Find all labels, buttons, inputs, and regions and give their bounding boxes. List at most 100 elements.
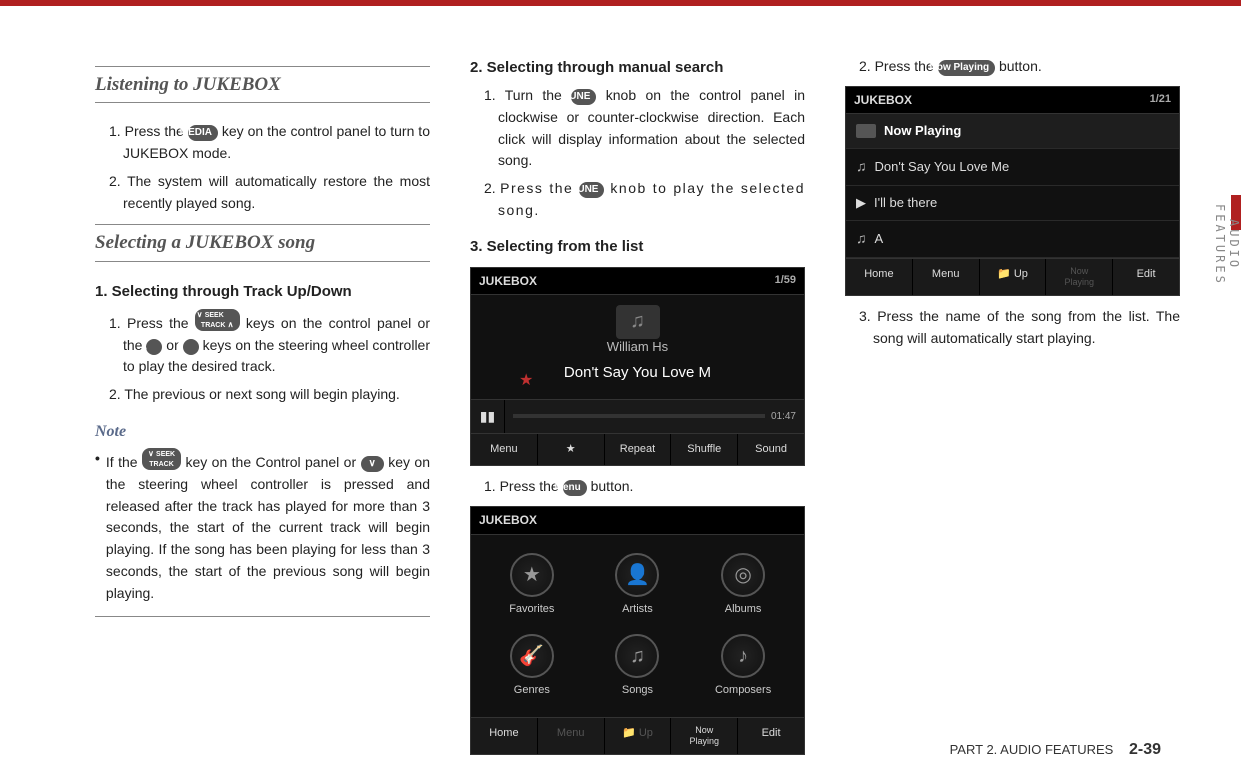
ss-button: Repeat	[605, 434, 672, 465]
text: Up	[1014, 268, 1028, 280]
track-counter: 1/59	[775, 272, 796, 289]
up-key-icon: ∧	[146, 339, 162, 355]
favorites-icon: ★Favorites	[479, 547, 585, 628]
note-label: Note	[95, 420, 430, 445]
ss-title: JUKEBOX	[471, 507, 804, 535]
page-footer: PART 2. AUDIO FEATURES 2-39	[950, 741, 1161, 759]
music-note-icon: ♫	[856, 228, 867, 250]
footer-part-label: PART 2. AUDIO FEATURES	[950, 742, 1114, 757]
text: Up	[639, 727, 653, 739]
note-text: If the ∨ SEEKTRACK key on the Control pa…	[106, 448, 430, 604]
text: key on the Control panel or	[181, 454, 360, 470]
ss-button: Menu	[913, 259, 980, 295]
text: The system will automatically restore th…	[123, 173, 430, 211]
ss-button: Edit	[738, 718, 804, 754]
now-playing-key-icon: Now Playing	[938, 60, 995, 76]
text: Press the	[500, 478, 563, 494]
bullet-icon: •	[95, 448, 100, 604]
side-section-label: AUDIO FEATURES	[1217, 175, 1241, 315]
step: 1. Press the MEDIA key on the control pa…	[109, 121, 430, 164]
icon-label: Songs	[622, 684, 653, 696]
ss-button: Shuffle	[671, 434, 738, 465]
composers-icon: ♪Composers	[690, 628, 796, 709]
menu-key-icon: Menu	[563, 480, 587, 496]
page-content: Listening to JUKEBOX 1. Press the MEDIA …	[0, 6, 1241, 775]
ss-button: Menu	[471, 434, 538, 465]
column-1: Listening to JUKEBOX 1. Press the MEDIA …	[95, 56, 430, 765]
text: Turn the	[505, 87, 571, 103]
genres-icon: 🎸Genres	[479, 628, 585, 709]
text: Press the	[127, 315, 195, 331]
tune-key-icon: TUNE	[571, 89, 596, 105]
jukebox-nowplaying-list-screenshot: JUKEBOX 1/21 Now Playing ♫ Don't Say You L…	[845, 86, 1180, 296]
song-name: A	[875, 229, 884, 249]
media-key-icon: MEDIA	[188, 125, 218, 141]
text: Press the	[500, 180, 579, 196]
step: 2. The system will automatically restore…	[109, 171, 430, 214]
step: 2. Press the TUNE knob to play the selec…	[484, 178, 805, 221]
step: 1. Press the ∨ SEEKTRACK ∧ keys on the c…	[109, 309, 430, 378]
seek-track-down-key-icon: ∨ SEEKTRACK	[142, 448, 181, 470]
play-icon: ▶	[856, 193, 866, 213]
icon-label: Genres	[514, 684, 550, 696]
note-block: • If the ∨ SEEKTRACK key on the Control …	[95, 448, 430, 617]
artist-name: William Hs	[481, 337, 794, 357]
song-name: Don't Say You Love Me	[875, 157, 1010, 177]
jukebox-menu-screenshot: JUKEBOX ★Favorites 👤Artists ◎Albums 🎸Gen…	[470, 506, 805, 755]
ss-button: NowPlaying	[671, 718, 738, 754]
subheading-from-list: 3. Selecting from the list	[470, 235, 805, 258]
text: JUKEBOX	[479, 274, 537, 288]
music-note-icon: ♫	[616, 305, 660, 339]
ss-button: 📁 Up	[605, 718, 672, 754]
albums-icon: ◎Albums	[690, 547, 796, 628]
step: 1. Press the Menu button.	[484, 476, 805, 498]
ss-button: NowPlaying	[1046, 259, 1113, 295]
text: Press the	[875, 58, 938, 74]
icon-label: Favorites	[509, 603, 554, 615]
step: 2. The previous or next song will begin …	[109, 384, 430, 406]
progress-bar: 01:47	[505, 400, 804, 434]
list-item: ▶ I'll be there	[846, 186, 1179, 221]
column-2: 2. Selecting through manual search 1. Tu…	[470, 56, 805, 765]
step: 3. Press the name of the song from the l…	[859, 306, 1180, 349]
folder-icon	[856, 124, 876, 138]
list-item: ♫A	[846, 221, 1179, 258]
artists-icon: 👤Artists	[585, 547, 691, 628]
column-3: 2. Press the Now Playing button. JUKEBOX…	[845, 56, 1180, 765]
tune-key-icon: TUNE	[579, 182, 604, 198]
list-item: ♫ Don't Say You Love Me	[846, 149, 1179, 186]
subheading-manual-search: 2. Selecting through manual search	[470, 56, 805, 79]
text: Press the	[125, 123, 188, 139]
ss-title: JUKEBOX 1/59	[471, 268, 804, 296]
track-counter: 1/21	[1150, 91, 1171, 108]
seek-track-key-icon: ∨ SEEKTRACK ∧	[195, 309, 240, 331]
ss-button: Sound	[738, 434, 804, 465]
elapsed-time: 01:47	[771, 409, 796, 425]
ss-button: Menu	[538, 718, 605, 754]
song-name: I'll be there	[874, 193, 937, 213]
text: If the	[106, 454, 142, 470]
ss-button: Home	[471, 718, 538, 754]
page-number: 2-39	[1129, 741, 1161, 758]
ss-button: Home	[846, 259, 913, 295]
step: 1. Turn the TUNE knob on the control pan…	[484, 85, 805, 172]
down-key-icon: ∨	[361, 456, 384, 472]
text: key on the steering wheel controller is …	[106, 454, 430, 600]
songs-icon: ♫Songs	[585, 628, 691, 709]
music-note-icon: ♫	[856, 156, 867, 178]
ss-title: JUKEBOX 1/21	[846, 87, 1179, 115]
text: button.	[587, 478, 634, 494]
text: Press the name of the song from the list…	[873, 308, 1180, 346]
section-title-listening: Listening to JUKEBOX	[95, 66, 430, 103]
down-key-icon: ∨	[183, 339, 199, 355]
icon-label: Artists	[622, 603, 653, 615]
text: The previous or next song will begin pla…	[124, 386, 400, 402]
ss-button: 📁 Up	[980, 259, 1047, 295]
subheading-track-updown: 1. Selecting through Track Up/Down	[95, 280, 430, 303]
pause-icon: ▮▮	[471, 400, 505, 434]
list-header: Now Playing	[846, 114, 1179, 149]
text: JUKEBOX	[854, 93, 912, 107]
ss-button: Edit	[1113, 259, 1179, 295]
text: Now Playing	[884, 121, 961, 141]
text: button.	[995, 58, 1042, 74]
